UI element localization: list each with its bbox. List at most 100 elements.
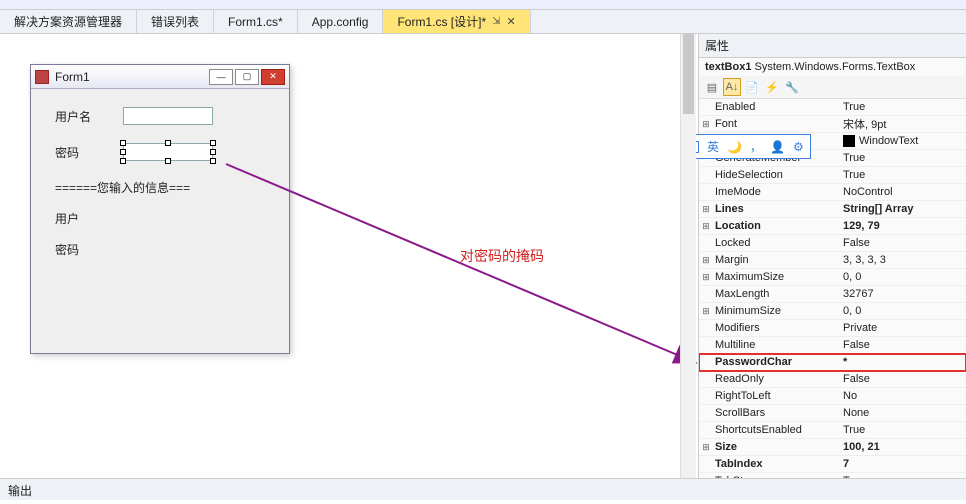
- expand-icon[interactable]: ⊞: [699, 442, 713, 453]
- prop-value[interactable]: WindowText: [839, 135, 966, 147]
- minimize-button[interactable]: —: [209, 69, 233, 85]
- prop-name: TabStop: [713, 475, 839, 478]
- color-swatch-icon: [843, 135, 855, 147]
- events-icon[interactable]: ⚡: [763, 78, 781, 96]
- label-username: 用户名: [55, 108, 105, 125]
- prop-name: Location: [713, 220, 839, 232]
- expand-icon[interactable]: ⊞: [699, 255, 713, 266]
- tab-1[interactable]: 错误列表: [137, 10, 214, 33]
- expand-icon[interactable]: ⊞: [699, 221, 713, 232]
- close-button[interactable]: ✕: [261, 69, 285, 85]
- tab-label: App.config: [312, 15, 369, 29]
- close-icon[interactable]: ✕: [507, 15, 516, 28]
- prop-name: MaximumSize: [713, 271, 839, 283]
- label-pwd: 密码: [55, 241, 265, 258]
- categorize-icon[interactable]: ▤: [703, 78, 721, 96]
- prop-value[interactable]: True: [839, 475, 966, 478]
- prop-value[interactable]: 129, 79: [839, 220, 966, 232]
- prop-name: Multiline: [713, 339, 839, 351]
- prop-value[interactable]: 宋体, 9pt: [839, 116, 966, 132]
- prop-row-shortcutsenabled[interactable]: ShortcutsEnabledTrue: [699, 422, 966, 439]
- expand-icon[interactable]: ⊞: [699, 306, 713, 317]
- prop-row-font[interactable]: ⊞Font宋体, 9pt: [699, 116, 966, 133]
- props-page-icon[interactable]: 📄: [743, 78, 761, 96]
- properties-object[interactable]: textBox1 System.Windows.Forms.TextBox: [699, 58, 966, 76]
- prop-value[interactable]: 3, 3, 3, 3: [839, 254, 966, 266]
- design-surface[interactable]: Form1 — ▢ ✕ 用户名 密码 ======您: [0, 34, 698, 478]
- prop-row-locked[interactable]: LockedFalse: [699, 235, 966, 252]
- gear-icon[interactable]: ⚙: [793, 140, 804, 154]
- prop-value[interactable]: False: [839, 339, 966, 351]
- textbox-password[interactable]: [123, 143, 213, 161]
- prop-row-scrollbars[interactable]: ScrollBarsNone: [699, 405, 966, 422]
- prop-value[interactable]: None: [839, 407, 966, 419]
- prop-row-multiline[interactable]: MultilineFalse: [699, 337, 966, 354]
- prop-value[interactable]: True: [839, 169, 966, 181]
- prop-row-maxlength[interactable]: MaxLength32767: [699, 286, 966, 303]
- tab-label: 错误列表: [151, 13, 199, 30]
- prop-value[interactable]: 0, 0: [839, 271, 966, 283]
- person-icon[interactable]: 👤: [770, 140, 785, 154]
- textbox-username[interactable]: [123, 107, 213, 125]
- ime-lang[interactable]: 英: [707, 138, 719, 155]
- prop-row-enabled[interactable]: EnabledTrue: [699, 99, 966, 116]
- form-designer[interactable]: Form1 — ▢ ✕ 用户名 密码 ======您: [30, 64, 290, 354]
- prop-value[interactable]: False: [839, 237, 966, 249]
- tab-0[interactable]: 解决方案资源管理器: [0, 10, 137, 33]
- prop-value[interactable]: True: [839, 152, 966, 164]
- expand-icon[interactable]: ⊞: [699, 272, 713, 283]
- alpha-sort-icon[interactable]: A↓: [723, 78, 741, 96]
- prop-value[interactable]: Private: [839, 322, 966, 334]
- output-panel-title[interactable]: 输出: [0, 478, 966, 500]
- prop-value[interactable]: False: [839, 373, 966, 385]
- top-toolbar: [0, 0, 966, 10]
- prop-name: HideSelection: [713, 169, 839, 181]
- prop-name: Modifiers: [713, 322, 839, 334]
- prop-name: Enabled: [713, 101, 839, 113]
- ime-toolbar[interactable]: 英 🌙 ， 👤 ⚙: [680, 134, 811, 159]
- tab-4[interactable]: Form1.cs [设计]* ⇲ ✕: [383, 10, 530, 33]
- prop-row-minimumsize[interactable]: ⊞MinimumSize0, 0: [699, 303, 966, 320]
- prop-row-modifiers[interactable]: ModifiersPrivate: [699, 320, 966, 337]
- prop-value[interactable]: True: [839, 424, 966, 436]
- prop-row-lines[interactable]: ⊞LinesString[] Array: [699, 201, 966, 218]
- tab-label: Form1.cs [设计]*: [397, 13, 486, 30]
- pin-icon[interactable]: ⇲: [492, 16, 500, 27]
- scrollbar-thumb[interactable]: [683, 34, 694, 114]
- form-titlebar: Form1 — ▢ ✕: [31, 65, 289, 89]
- design-scrollbar[interactable]: [680, 34, 696, 478]
- prop-value[interactable]: *: [839, 356, 966, 368]
- moon-icon[interactable]: 🌙: [727, 140, 742, 154]
- prop-row-passwordchar[interactable]: PasswordChar*: [699, 354, 966, 371]
- prop-value[interactable]: NoControl: [839, 186, 966, 198]
- prop-value[interactable]: No: [839, 390, 966, 402]
- prop-name: Locked: [713, 237, 839, 249]
- prop-value[interactable]: String[] Array: [839, 203, 966, 215]
- prop-value[interactable]: 7: [839, 458, 966, 470]
- prop-name: Margin: [713, 254, 839, 266]
- prop-row-righttoleft[interactable]: RightToLeftNo: [699, 388, 966, 405]
- prop-value[interactable]: 0, 0: [839, 305, 966, 317]
- prop-name: ImeMode: [713, 186, 839, 198]
- tab-3[interactable]: App.config: [298, 10, 384, 33]
- prop-row-location[interactable]: ⊞Location129, 79: [699, 218, 966, 235]
- prop-row-hideselection[interactable]: HideSelectionTrue: [699, 167, 966, 184]
- prop-row-maximumsize[interactable]: ⊞MaximumSize0, 0: [699, 269, 966, 286]
- prop-row-margin[interactable]: ⊞Margin3, 3, 3, 3: [699, 252, 966, 269]
- expand-icon[interactable]: ⊞: [699, 119, 713, 130]
- prop-value[interactable]: 100, 21: [839, 441, 966, 453]
- prop-row-tabstop[interactable]: TabStopTrue: [699, 473, 966, 478]
- comma-icon[interactable]: ，: [750, 138, 762, 155]
- maximize-button[interactable]: ▢: [235, 69, 259, 85]
- prop-name: Font: [713, 118, 839, 130]
- prop-row-tabindex[interactable]: TabIndex7: [699, 456, 966, 473]
- prop-row-imemode[interactable]: ImeModeNoControl: [699, 184, 966, 201]
- tab-2[interactable]: Form1.cs*: [214, 10, 298, 33]
- prop-row-size[interactable]: ⊞Size100, 21: [699, 439, 966, 456]
- expand-icon[interactable]: ⊞: [699, 204, 713, 215]
- prop-value[interactable]: 32767: [839, 288, 966, 300]
- prop-row-readonly[interactable]: ReadOnlyFalse: [699, 371, 966, 388]
- wrench-icon[interactable]: 🔧: [783, 78, 801, 96]
- form-body: 用户名 密码 ======您输入的信息=== 用户 密码: [31, 89, 289, 290]
- prop-value[interactable]: True: [839, 101, 966, 113]
